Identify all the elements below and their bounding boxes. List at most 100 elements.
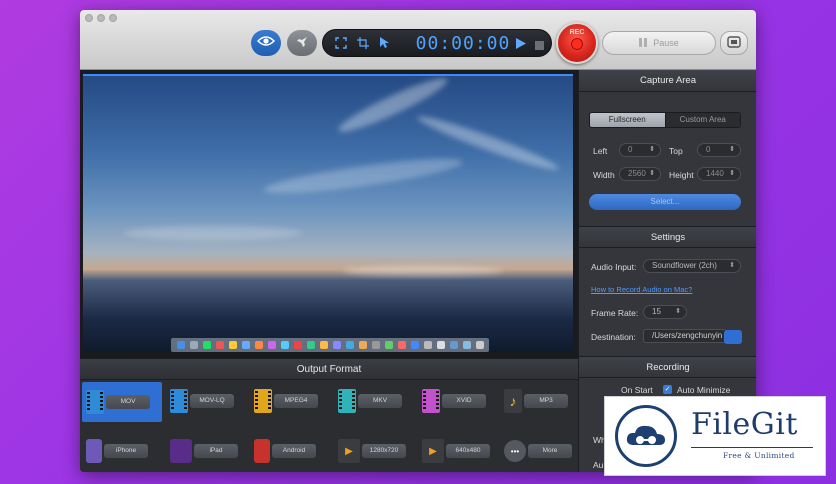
fullscreen-tab[interactable]: Fullscreen	[590, 113, 665, 127]
stepper-icon[interactable]: ⬍	[729, 168, 735, 180]
format-option-1280x720[interactable]: ▶ 1280x720	[338, 438, 406, 464]
stop-icon[interactable]	[535, 39, 544, 53]
eye-icon	[256, 34, 276, 52]
destination-field[interactable]: /Users/zengchunyin	[643, 329, 727, 343]
toolbar: 00:00:00 REC Pause	[80, 10, 756, 70]
film-icon	[254, 389, 272, 413]
stepper-icon[interactable]: ⬍	[649, 168, 655, 180]
format-option-ipad[interactable]: iPad	[170, 438, 238, 464]
auto-minimize-checkbox[interactable]: ✓	[663, 385, 672, 394]
capture-mode-toggle: Fullscreen Custom Area	[589, 112, 741, 128]
format-option-xvid[interactable]: XVID	[422, 388, 486, 414]
format-label: MP3	[524, 394, 568, 408]
format-option-more[interactable]: ••• More	[504, 438, 572, 464]
close-window-button[interactable]	[85, 14, 93, 22]
output-format-header: Output Format	[80, 358, 578, 380]
format-option-mov-lq[interactable]: MOV-LQ	[170, 388, 234, 414]
format-label: iPhone	[104, 444, 148, 458]
audio-input-label: Audio Input:	[591, 262, 637, 272]
custom-area-tab[interactable]: Custom Area	[664, 113, 740, 127]
filegit-title: FileGit	[691, 407, 798, 442]
chevron-updown-icon: ⬍	[729, 262, 735, 269]
ipad-device-icon	[170, 439, 192, 463]
rec-label: REC	[569, 29, 585, 36]
format-label: XVID	[442, 394, 486, 408]
select-area-button[interactable]: Select...	[589, 194, 741, 210]
preview-eye-button[interactable]	[251, 30, 281, 56]
iphone-device-icon	[86, 439, 102, 463]
pause-icon	[639, 37, 648, 49]
top-label: Top	[669, 146, 683, 156]
record-dot-icon	[571, 38, 583, 50]
frame-rate-select[interactable]: 15 ⬍	[643, 305, 687, 319]
film-icon	[170, 389, 188, 413]
timer-pill: 00:00:00	[322, 29, 552, 57]
format-option-mpeg4[interactable]: MPEG4	[254, 388, 318, 414]
format-label: MOV	[106, 395, 150, 409]
pause-label: Pause	[653, 38, 679, 48]
recording-header: Recording	[579, 356, 756, 378]
format-label: 1280x720	[362, 444, 406, 458]
audio-input-select[interactable]: Soundflower (2ch) ⬍	[643, 259, 741, 273]
height-label: Height	[669, 170, 694, 180]
chevron-updown-icon: ⬍	[675, 308, 681, 315]
filegit-badge: FileGit Free & Unlimited	[604, 396, 826, 476]
width-label: Width	[593, 170, 615, 180]
format-label: More	[528, 444, 572, 458]
left-field[interactable]: 0 ⬍	[619, 143, 661, 157]
screenshot-icon	[727, 35, 741, 51]
frame-rate-label: Frame Rate:	[591, 308, 639, 318]
music-note-icon: ♪	[504, 389, 522, 413]
film-icon	[86, 390, 104, 414]
height-field[interactable]: 1440 ⬍	[697, 167, 741, 181]
format-label: MOV-LQ	[190, 394, 234, 408]
android-device-icon	[254, 439, 270, 463]
format-option-iphone[interactable]: iPhone	[86, 438, 148, 464]
pause-button[interactable]: Pause	[602, 31, 716, 55]
format-option-mov[interactable]: MOV	[82, 382, 162, 422]
film-icon	[338, 389, 356, 413]
format-option-mp3[interactable]: ♪ MP3	[504, 388, 568, 414]
preview-panel	[80, 70, 578, 358]
top-field[interactable]: 0 ⬍	[697, 143, 741, 157]
format-label: iPad	[194, 444, 238, 458]
destination-label: Destination:	[591, 332, 636, 342]
format-option-android[interactable]: Android	[254, 438, 316, 464]
record-button[interactable]: REC	[556, 22, 598, 64]
stepper-icon[interactable]: ⬍	[649, 144, 655, 156]
screenshot-button[interactable]	[720, 31, 748, 55]
rocket-icon	[295, 35, 309, 52]
divider	[691, 447, 813, 448]
mac-dock	[171, 338, 489, 352]
stepper-icon[interactable]: ⬍	[729, 144, 735, 156]
crop-area-icon[interactable]	[357, 37, 369, 52]
play-icon[interactable]	[516, 38, 526, 52]
top-value: 0	[706, 145, 711, 154]
capture-area-header: Capture Area	[579, 70, 756, 92]
width-field[interactable]: 2560 ⬍	[619, 167, 661, 181]
filegit-logo-icon	[615, 405, 677, 467]
fullscreen-capture-icon[interactable]	[335, 37, 347, 52]
left-value: 0	[628, 145, 633, 154]
rocket-button[interactable]	[287, 30, 317, 56]
recording-option-label-partial-2: Au	[593, 460, 604, 470]
cursor-icon[interactable]	[379, 37, 389, 52]
height-value: 1440	[706, 169, 724, 178]
filegit-subtitle: Free & Unlimited	[723, 451, 795, 460]
minimize-window-button[interactable]	[97, 14, 105, 22]
format-label: MPEG4	[274, 394, 318, 408]
settings-header: Settings	[579, 226, 756, 248]
record-audio-help-link[interactable]: How to Record Audio on Mac?	[591, 285, 692, 294]
format-option-640x480[interactable]: ▶ 640x480	[422, 438, 490, 464]
left-label: Left	[593, 146, 608, 156]
zoom-window-button[interactable]	[109, 14, 117, 22]
format-label: 640x480	[446, 444, 490, 458]
recording-timer: 00:00:00	[415, 33, 511, 54]
format-option-mkv[interactable]: MKV	[338, 388, 402, 414]
format-label: MKV	[358, 394, 402, 408]
auto-minimize-label: Auto Minimize	[677, 385, 731, 395]
destination-value: /Users/zengchunyin	[652, 331, 723, 340]
format-label: Android	[272, 444, 316, 458]
browse-destination-button[interactable]	[724, 330, 742, 344]
frame-rate-value: 15	[652, 307, 661, 316]
